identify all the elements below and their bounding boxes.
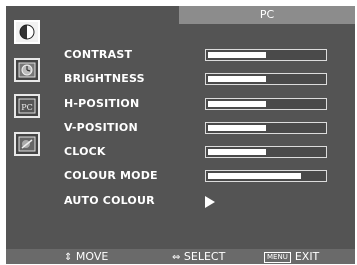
play-arrow-icon[interactable] [205, 196, 215, 208]
menu-row-auto-colour[interactable]: AUTO COLOUR [64, 192, 354, 210]
up-down-arrows-icon: ⇕ [64, 252, 73, 263]
menu-row-h-position[interactable]: H-POSITION [64, 95, 354, 113]
sidebar: PC [14, 20, 44, 165]
clock-slider[interactable] [205, 146, 327, 158]
picture-icon[interactable] [14, 20, 40, 44]
contrast-label: CONTRAST [64, 48, 133, 61]
auto-colour-label: AUTO COLOUR [64, 194, 155, 207]
brightness-slider[interactable] [205, 73, 327, 85]
exit-hint: MENU EXIT [264, 249, 319, 264]
colour-mode-slider-fill [208, 173, 301, 179]
colour-mode-label: COLOUR MODE [64, 169, 158, 182]
brightness-slider-fill [208, 76, 266, 82]
exit-hint-label: EXIT [294, 250, 320, 263]
clock-slider-fill [208, 149, 266, 155]
h-position-slider-fill [208, 101, 266, 107]
v-position-slider[interactable] [205, 122, 327, 134]
left-right-arrows-icon: ⇔ [172, 252, 181, 263]
osd-panel: PC PC CONTRAST BRIGHTNESS H-POSITION V-P… [6, 6, 355, 264]
image-settings-icon[interactable] [14, 132, 40, 156]
colour-mode-slider[interactable] [205, 170, 327, 182]
move-hint: ⇕ MOVE [64, 249, 108, 265]
svg-text:PC: PC [21, 103, 33, 112]
v-position-slider-fill [208, 125, 266, 131]
clock-label: CLOCK [64, 145, 106, 158]
contrast-slider-fill [208, 52, 266, 58]
select-hint: ⇔ SELECT [172, 249, 225, 265]
brightness-label: BRIGHTNESS [64, 72, 145, 85]
menu-title: PC [179, 6, 355, 24]
select-hint-label: SELECT [183, 250, 226, 263]
menu-key-icon: MENU [264, 251, 291, 263]
footer-hints: ⇕ MOVE ⇔ SELECT MENU EXIT [6, 249, 355, 264]
menu-row-v-position[interactable]: V-POSITION [64, 119, 354, 137]
h-position-label: H-POSITION [64, 97, 140, 110]
menu-row-colour-mode[interactable]: COLOUR MODE [64, 167, 354, 185]
h-position-slider[interactable] [205, 98, 327, 110]
pc-icon[interactable]: PC [14, 94, 40, 118]
title-bar: PC [6, 6, 355, 24]
contrast-slider[interactable] [205, 49, 327, 61]
menu-row-brightness[interactable]: BRIGHTNESS [64, 70, 354, 88]
move-hint-label: MOVE [75, 250, 109, 263]
v-position-label: V-POSITION [64, 121, 138, 134]
clock-icon[interactable] [14, 58, 40, 82]
menu-row-clock[interactable]: CLOCK [64, 143, 354, 161]
menu-row-contrast[interactable]: CONTRAST [64, 46, 354, 64]
